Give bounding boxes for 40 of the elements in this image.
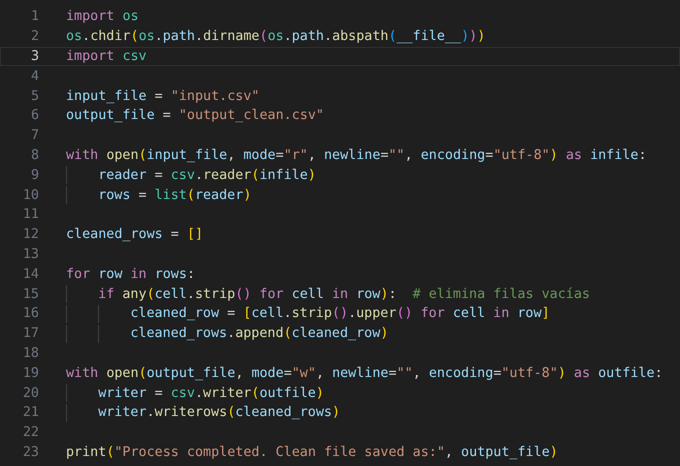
code-line: with open(output_file, mode="w", newline="", encoding="utf-8") as outfile: (66, 366, 663, 381)
code-line: cleaned_row = [cell.strip().upper() for cell in row] (130, 306, 550, 322)
line-number: 10 (22, 188, 39, 203)
line-number: 4 (30, 68, 39, 84)
code-line: writer.writerows(cleaned_rows) (98, 405, 340, 420)
line-number: 15 (22, 286, 39, 302)
line-number: 9 (30, 168, 39, 183)
code-line: print("Process completed. Clean file saved as:", output_file) (66, 444, 558, 460)
line-number: 13 (22, 246, 39, 262)
code-line: import os (66, 9, 139, 24)
line-number: 14 (22, 266, 39, 282)
code-line: writer = csv.writer(outfile) (98, 386, 324, 401)
code-line: input_file = "input.csv" (66, 88, 260, 104)
line-number: 23 (22, 444, 39, 460)
line-number: 20 (22, 386, 39, 401)
line-number: 22 (22, 425, 39, 440)
line-number: 6 (30, 108, 39, 124)
line-number: 18 (22, 346, 39, 361)
line-number: 2 (30, 29, 39, 44)
code-line: for row in rows: (66, 266, 195, 282)
line-number: 12 (22, 227, 39, 242)
line-number: 21 (22, 405, 39, 420)
code-line: rows = list(reader) (98, 188, 252, 203)
code-line: cleaned_rows = [] (66, 227, 204, 242)
line-number: 11 (22, 207, 39, 222)
line-number: 3 (30, 48, 39, 64)
line-number: 1 (30, 9, 39, 24)
code-line: os.chdir(os.path.dirname(os.path.abspath(__file__))) (66, 29, 486, 44)
line-number: 17 (22, 326, 39, 342)
code-line: import csv (66, 48, 147, 64)
line-number: 7 (30, 128, 39, 144)
code-line: cleaned_rows.append(cleaned_row) (130, 326, 388, 342)
code-line: reader = csv.reader(infile) (98, 168, 316, 183)
line-number: 8 (30, 148, 39, 163)
code-line: if any(cell.strip() for cell in row): # elimina filas vacías (98, 286, 590, 302)
line-number: 16 (22, 306, 39, 322)
line-number: 19 (22, 366, 39, 381)
line-number: 5 (30, 88, 39, 104)
code-line: with open(input_file, mode="r", newline="", encoding="utf-8") as infile: (66, 148, 646, 163)
code-line: output_file = "output_clean.csv" (66, 108, 324, 124)
